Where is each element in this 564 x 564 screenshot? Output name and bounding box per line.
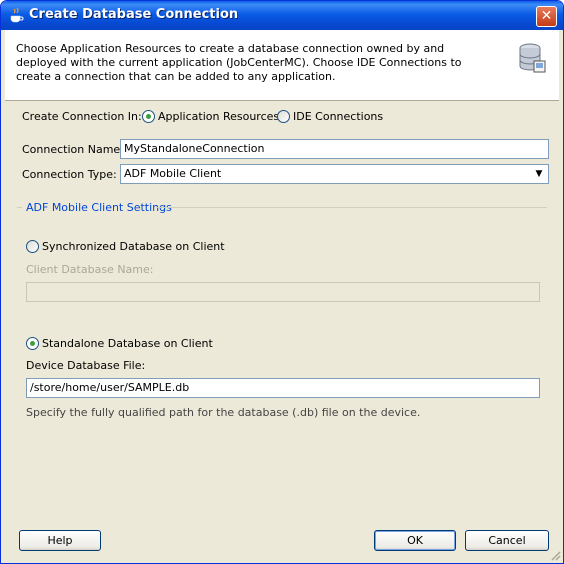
standalone-db-radio[interactable] — [26, 337, 39, 350]
dialog-title: Create Database Connection — [29, 7, 239, 22]
close-button[interactable]: ✕ — [536, 6, 557, 27]
synchronized-db-label[interactable]: Synchronized Database on Client — [42, 240, 225, 253]
ide-connections-radio[interactable] — [277, 110, 290, 123]
device-db-file-input[interactable]: /store/home/user/SAMPLE.db — [26, 378, 540, 398]
device-db-hint: Specify the fully qualified path for the… — [26, 406, 421, 419]
dropdown-arrow-icon[interactable]: ▼ — [531, 166, 547, 182]
resize-grip-icon[interactable] — [549, 549, 561, 561]
create-in-label: Create Connection In: — [22, 110, 142, 123]
client-db-name-input[interactable] — [26, 282, 540, 302]
application-resources-radio[interactable] — [142, 110, 155, 123]
client-db-name-label: Client Database Name: — [26, 263, 154, 276]
coffee-cup-icon — [10, 7, 24, 23]
ide-connections-label[interactable]: IDE Connections — [293, 110, 383, 123]
synchronized-db-radio[interactable] — [26, 240, 39, 253]
device-db-file-label: Device Database File: — [26, 359, 146, 372]
application-resources-label[interactable]: Application Resources — [158, 110, 279, 123]
help-button[interactable]: Help — [19, 530, 101, 551]
header-panel: Choose Application Resources to create a… — [5, 30, 559, 101]
connection-name-label: Connection Name: — [22, 143, 124, 156]
connection-name-input[interactable]: MyStandaloneConnection — [120, 139, 549, 159]
section-title: ADF Mobile Client Settings — [26, 201, 172, 214]
cancel-button[interactable]: Cancel — [465, 530, 549, 551]
connection-type-value: ADF Mobile Client — [124, 167, 222, 180]
create-database-connection-dialog: Create Database Connection ✕ Choose Appl… — [0, 0, 564, 564]
database-icon — [519, 43, 546, 73]
header-description: Choose Application Resources to create a… — [16, 42, 462, 83]
close-icon: ✕ — [540, 8, 553, 24]
connection-type-select[interactable]: ADF Mobile Client ▼ — [120, 164, 549, 184]
section-divider-right — [156, 207, 547, 208]
connection-type-label: Connection Type: — [22, 168, 117, 181]
standalone-db-label[interactable]: Standalone Database on Client — [42, 337, 213, 350]
section-divider-left — [17, 207, 22, 208]
title-bar[interactable]: Create Database Connection ✕ — [1, 1, 563, 30]
ok-button[interactable]: OK — [374, 530, 456, 551]
